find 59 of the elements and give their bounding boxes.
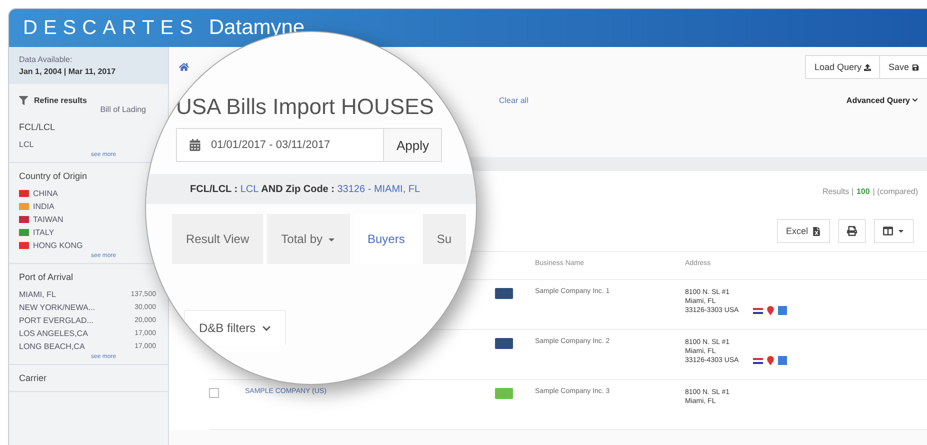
data-label: Data Available:: [19, 55, 74, 64]
section-title[interactable]: FCL/LCL: [19, 122, 56, 132]
item-name: ITALY: [33, 228, 54, 236]
item-name: HONG KONG: [33, 240, 83, 250]
columns-icon: [883, 226, 893, 236]
filter-item[interactable]: HONG KONG: [19, 240, 83, 250]
chevron-icon: [262, 324, 271, 332]
view-tab[interactable]: Su: [422, 214, 466, 264]
spreadsheet-icon: [812, 226, 821, 236]
filter-summary: FCL/LCL : LCL AND Zip Code : 33126 - MIAMI, FL: [190, 184, 420, 194]
item-name: NEW YORK/NEWA...: [19, 302, 96, 312]
filter-item[interactable]: CHINA: [19, 188, 58, 198]
refine-title: Refine results: [34, 96, 87, 105]
print-icon: [847, 226, 857, 236]
item-name: TAIWAN: [33, 214, 64, 224]
apply-button[interactable]: Apply: [383, 129, 441, 161]
flag-icon: [752, 308, 763, 314]
section-title[interactable]: Port of Arrival: [19, 272, 74, 282]
item-name: LONG BEACH,CA: [19, 342, 85, 350]
excel-button[interactable]: Excel: [776, 219, 830, 243]
map-pin-icon[interactable]: [766, 306, 775, 315]
row-checkbox[interactable]: [209, 388, 219, 398]
filter-item[interactable]: ITALY: [19, 227, 54, 237]
section-title[interactable]: Carrier: [19, 373, 47, 383]
flag-icon: [752, 358, 763, 364]
page-title: USA Bills Import HOUSES: [176, 94, 435, 120]
caret-icon: [897, 227, 905, 235]
refine-note: Bill of Lading: [100, 105, 146, 114]
upload-icon: [864, 64, 872, 70]
results-note: | (compared): [872, 186, 918, 196]
map-pin-icon[interactable]: [766, 356, 775, 365]
profile-icon[interactable]: [778, 306, 787, 315]
home-icon[interactable]: [179, 62, 189, 72]
dnb-filters-tab[interactable]: D&B filters: [184, 310, 286, 345]
profile-icon[interactable]: [778, 356, 787, 365]
data-range: Jan 1, 2004 | Mar 11, 2017: [19, 67, 117, 76]
view-tab[interactable]: Result View: [172, 214, 264, 264]
item-name: PORT EVERGLAD...: [19, 316, 94, 324]
section-title[interactable]: Country of Origin: [19, 171, 88, 181]
clear-link[interactable]: Clear all: [499, 96, 528, 104]
filter-icon: [19, 96, 28, 105]
chevron-icon: [912, 97, 918, 103]
results-label: Results |: [822, 186, 854, 196]
columns-button[interactable]: [874, 219, 914, 243]
item-name: CHINA: [33, 188, 58, 198]
item-name: MIAMI, FL: [19, 290, 56, 298]
item-name: LOS ANGELES,CA: [19, 328, 88, 338]
results-count: 100: [856, 186, 870, 196]
item-name: INDIA: [33, 202, 54, 210]
date-range-field[interactable]: 01/01/2017 - 03/11/2017 Apply: [176, 128, 442, 162]
filter-item[interactable]: TAIWAN: [19, 214, 64, 224]
view-tab[interactable]: Total by: [267, 214, 350, 264]
filter-item[interactable]: INDIA: [19, 201, 54, 211]
save-icon: [912, 64, 919, 70]
print-button[interactable]: [838, 219, 866, 243]
filter-item[interactable]: LCL: [19, 139, 34, 149]
calendar-icon: [189, 139, 201, 151]
advanced-query-button[interactable]: Advanced Query: [840, 94, 924, 106]
brand-logo: DESCARTES: [23, 16, 199, 40]
